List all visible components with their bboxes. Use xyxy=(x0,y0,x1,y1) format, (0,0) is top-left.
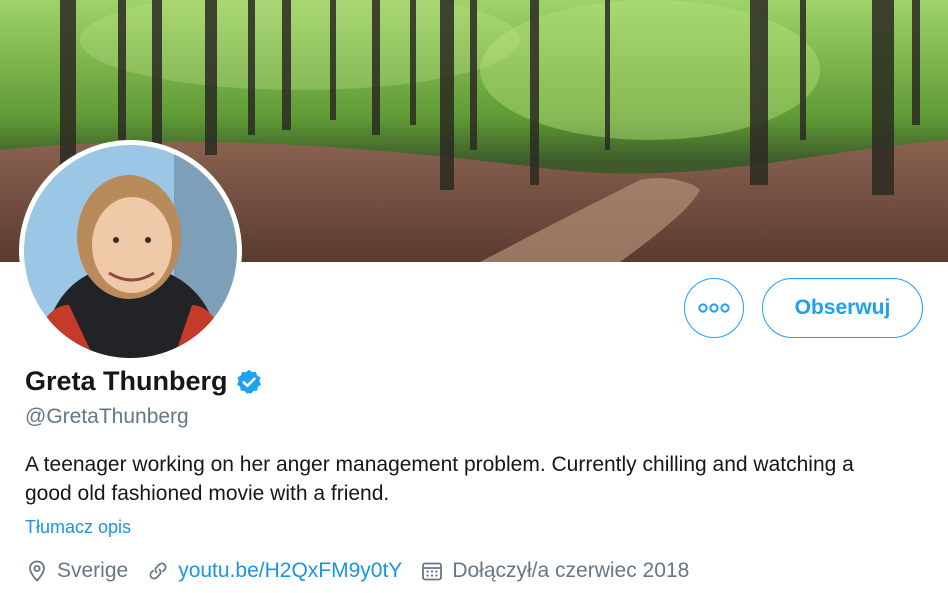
calendar-icon xyxy=(422,562,443,581)
profile-bio: A teenager working on her anger manageme… xyxy=(25,453,854,505)
website-link[interactable]: youtu.be/H2QxFM9y0tY xyxy=(178,559,402,583)
website-item[interactable]: youtu.be/H2QxFM9y0tY xyxy=(146,559,402,583)
joined-item: Dołączył/a czerwiec 2018 xyxy=(420,559,689,583)
verified-badge-icon xyxy=(235,368,263,396)
profile-meta: Sverige youtu.be/H2QxFM9y0tY Dołączył/a … xyxy=(25,559,707,583)
joined-text: Dołączył/a czerwiec 2018 xyxy=(452,559,690,582)
name-row: Greta Thunberg xyxy=(25,366,263,397)
avatar[interactable] xyxy=(24,145,237,358)
link-icon xyxy=(149,562,167,580)
location-item: Sverige xyxy=(25,559,128,583)
profile-handle: @GretaThunberg xyxy=(25,405,189,428)
follow-button[interactable]: Obserwuj xyxy=(762,278,923,338)
translate-bio-link[interactable]: Tłumacz opis xyxy=(25,517,131,538)
location-text: Sverige xyxy=(57,559,129,582)
more-options-button[interactable] xyxy=(684,278,744,338)
profile-photo xyxy=(24,145,237,358)
location-pin-icon xyxy=(29,560,45,582)
profile-name: Greta Thunberg xyxy=(25,366,228,396)
more-icon xyxy=(698,303,730,313)
